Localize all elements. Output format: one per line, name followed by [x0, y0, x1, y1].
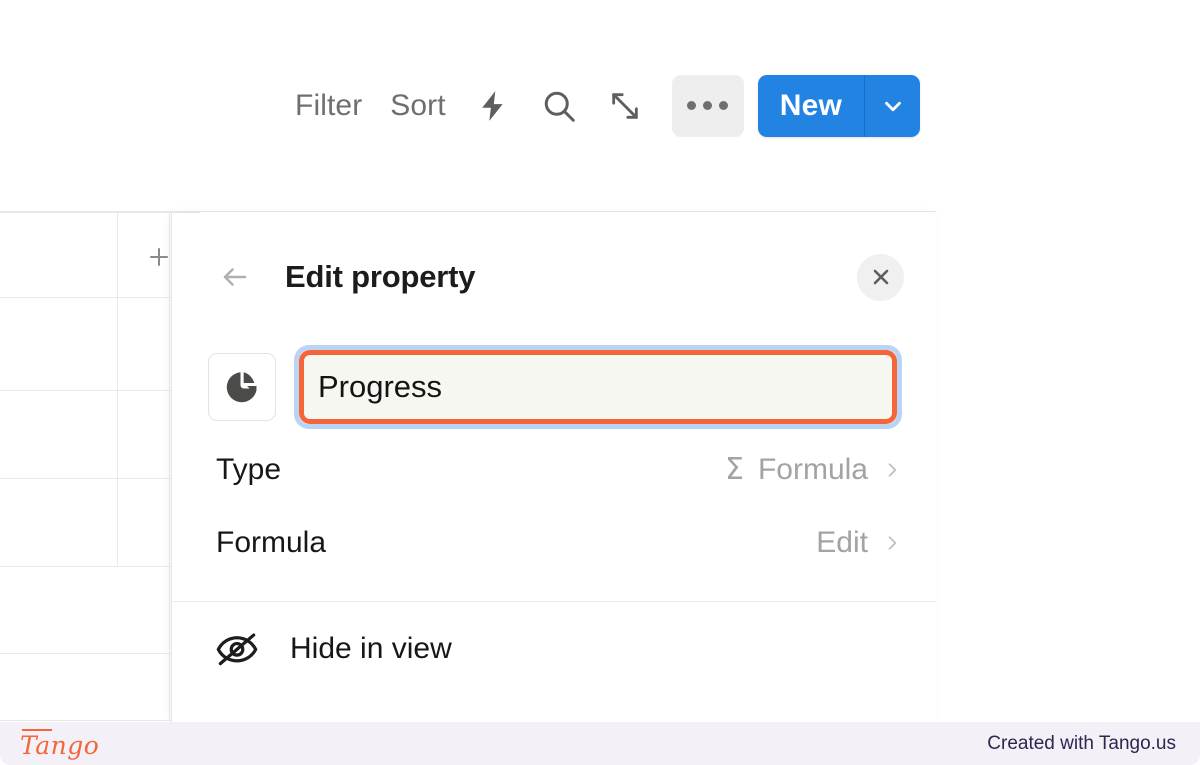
hide-in-view-row[interactable]: Hide in view [172, 602, 936, 696]
formula-edit-value: Edit [816, 525, 868, 559]
property-name-row [172, 341, 936, 433]
hide-in-view-label: Hide in view [290, 632, 452, 665]
chevron-right-icon [888, 462, 897, 477]
grid-line [0, 720, 200, 721]
grid-line [0, 212, 200, 213]
sort-button[interactable]: Sort [376, 83, 459, 129]
formula-value-group: Edit [816, 526, 902, 560]
search-icon[interactable] [532, 79, 586, 133]
chevron-right-icon [888, 535, 897, 550]
add-column-icon[interactable] [147, 245, 171, 269]
grid-line [117, 212, 118, 566]
new-button-group: New [757, 74, 920, 137]
close-icon [873, 269, 888, 285]
property-type-row[interactable]: Type Σ Formula [172, 433, 936, 506]
table-grid [0, 212, 200, 722]
close-button[interactable] [857, 253, 904, 301]
new-dropdown-button[interactable] [864, 74, 920, 137]
property-type-value-group: Σ Formula [725, 452, 902, 487]
edit-property-panel: Edit property Progress Type Σ Formula Fo… [171, 213, 936, 722]
tango-footer: Tango Created with Tango.us [0, 722, 1200, 765]
app-canvas: Filter Sort New Edit property Progress T… [0, 0, 1200, 722]
panel-header: Edit property [172, 213, 936, 341]
tango-logo: Tango [20, 728, 99, 760]
expand-diagonal-icon[interactable] [598, 79, 652, 133]
grid-line [0, 297, 200, 298]
database-toolbar: Filter Sort New [0, 0, 936, 212]
property-name-field-wrapper [294, 345, 902, 429]
property-type-value: Formula [757, 452, 868, 486]
screenshot-root: Filter Sort New Edit property Progress T… [0, 0, 1200, 765]
arrow-left-icon[interactable] [217, 262, 253, 292]
formula-label: Formula [216, 525, 327, 559]
footer-credit: Created with Tango.us [987, 732, 1176, 754]
property-type-label: Type [216, 452, 282, 486]
eye-off-icon [216, 633, 258, 666]
more-options-button[interactable] [671, 74, 744, 137]
grid-line [0, 390, 200, 391]
grid-line [0, 478, 200, 479]
lightning-bolt-icon[interactable] [466, 79, 520, 133]
new-button[interactable]: New [758, 75, 864, 137]
grid-line [0, 653, 200, 654]
sigma-icon: Σ [725, 452, 744, 487]
formula-row[interactable]: Formula Edit [172, 506, 936, 579]
page-title: Edit property [285, 259, 476, 294]
filter-button[interactable]: Filter [281, 83, 376, 129]
ellipsis-icon [687, 101, 729, 110]
donut-chart-icon [226, 372, 257, 403]
grid-line [169, 212, 170, 720]
property-name-input[interactable] [304, 355, 892, 419]
property-type-icon-button[interactable] [208, 353, 276, 421]
grid-line [0, 566, 200, 567]
